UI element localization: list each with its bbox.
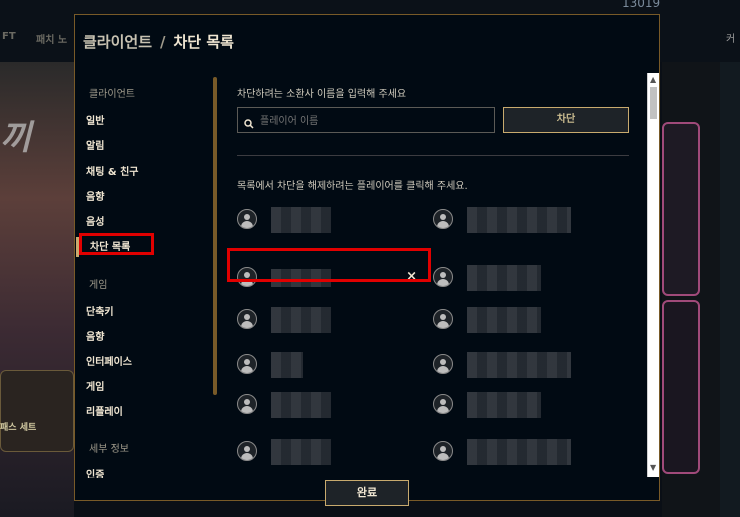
sidebar-item-game-sound[interactable]: 음향 bbox=[86, 328, 104, 343]
player-name-redacted bbox=[467, 265, 541, 291]
content-divider bbox=[237, 155, 629, 156]
sidebar-item-interface[interactable]: 인터페이스 bbox=[86, 353, 132, 368]
player-name-redacted bbox=[467, 207, 571, 233]
player-avatar-icon bbox=[433, 267, 453, 287]
block-input-label: 차단하려는 소환사 이름을 입력해 주세요 bbox=[237, 89, 407, 100]
player-name-redacted bbox=[467, 352, 571, 378]
player-avatar-icon bbox=[237, 309, 257, 329]
search-icon bbox=[244, 114, 254, 133]
sidebar-header-game: 게임 bbox=[89, 280, 108, 291]
unblock-instruction-label: 목록에서 차단을 해제하려는 플레이어를 클릭해 주세요. bbox=[237, 181, 468, 192]
player-avatar-icon bbox=[433, 309, 453, 329]
sidebar-item-general[interactable]: 일반 bbox=[86, 112, 104, 127]
player-name-redacted bbox=[271, 352, 303, 378]
bg-right-label: 커 bbox=[726, 34, 736, 45]
player-name-redacted bbox=[467, 439, 571, 465]
title-section: 클라이언트 bbox=[83, 33, 153, 51]
blocked-player-item[interactable] bbox=[237, 352, 427, 378]
blocked-player-item[interactable] bbox=[433, 207, 633, 233]
highlight-box-sidebar bbox=[79, 233, 154, 255]
player-search-box[interactable] bbox=[237, 107, 495, 133]
blocked-player-item[interactable] bbox=[433, 392, 633, 418]
block-button[interactable]: 차단 bbox=[503, 107, 629, 133]
player-name-redacted bbox=[271, 392, 331, 418]
player-name-redacted bbox=[271, 207, 331, 233]
bg-left-card bbox=[0, 370, 74, 452]
bg-nav-item-tft: FT bbox=[2, 31, 16, 42]
bg-right-card bbox=[662, 300, 700, 474]
scrollbar-thumb[interactable] bbox=[650, 87, 657, 119]
player-avatar-icon bbox=[433, 394, 453, 414]
bg-right-card bbox=[662, 122, 700, 296]
player-name-redacted bbox=[271, 439, 331, 465]
done-button[interactable]: 완료 bbox=[325, 480, 409, 506]
sidebar-item-game[interactable]: 게임 bbox=[86, 378, 104, 393]
blocked-player-item[interactable] bbox=[237, 439, 427, 465]
settings-sidebar: 클라이언트 일반 알림 채팅 & 친구 음향 음성 차단 목록 게임 단축키 음… bbox=[75, 77, 215, 478]
player-avatar-icon bbox=[433, 354, 453, 374]
player-name-redacted bbox=[467, 392, 541, 418]
sidebar-item-hotkeys[interactable]: 단축키 bbox=[86, 303, 114, 318]
player-avatar-icon bbox=[237, 209, 257, 229]
sidebar-item-notifications[interactable]: 알림 bbox=[86, 137, 104, 152]
player-avatar-icon bbox=[433, 209, 453, 229]
sidebar-item-chat-friends[interactable]: 채팅 & 친구 bbox=[86, 163, 138, 178]
content-scrollbar[interactable]: ▲ ▼ bbox=[647, 73, 659, 477]
bg-right-strip bbox=[720, 62, 740, 517]
blocked-player-item[interactable] bbox=[237, 392, 427, 418]
bg-left-card-text: 패스 세트 bbox=[0, 423, 37, 433]
sidebar-item-replay[interactable]: 리플레이 bbox=[86, 403, 123, 418]
blocked-player-item[interactable] bbox=[433, 307, 633, 333]
title-separator: / bbox=[160, 33, 166, 51]
sidebar-header-client: 클라이언트 bbox=[89, 89, 135, 100]
player-name-redacted bbox=[467, 307, 541, 333]
player-name-redacted bbox=[271, 307, 331, 333]
player-avatar-icon bbox=[237, 394, 257, 414]
modal-title: 클라이언트 / 차단 목록 bbox=[83, 31, 234, 52]
sidebar-item-voice[interactable]: 음성 bbox=[86, 213, 104, 228]
player-avatar-icon bbox=[433, 441, 453, 461]
player-avatar-icon bbox=[237, 354, 257, 374]
blocked-player-item[interactable] bbox=[237, 307, 427, 333]
blocked-player-item[interactable] bbox=[237, 207, 427, 233]
bg-nav-item-patch-notes: 패치 노 bbox=[36, 35, 68, 46]
highlight-box-player bbox=[227, 248, 431, 282]
sidebar-scrollbar[interactable] bbox=[213, 77, 217, 395]
title-page: 차단 목록 bbox=[173, 33, 234, 51]
player-name-input[interactable] bbox=[258, 112, 490, 130]
settings-modal: 클라이언트 / 차단 목록 클라이언트 일반 알림 채팅 & 친구 음향 음성 차단… bbox=[74, 14, 660, 506]
player-avatar-icon bbox=[237, 441, 257, 461]
blocked-player-item[interactable] bbox=[433, 352, 633, 378]
sidebar-item-verification[interactable]: 인증 bbox=[86, 466, 104, 478]
bg-currency-count: 13019 bbox=[622, 0, 661, 10]
sidebar-header-details: 세부 정보 bbox=[89, 444, 129, 455]
sidebar-item-sound[interactable]: 음향 bbox=[86, 188, 104, 203]
bg-left-banner-text: 끼 bbox=[0, 118, 32, 158]
scroll-up-icon[interactable]: ▲ bbox=[650, 75, 656, 84]
scroll-down-icon[interactable]: ▼ bbox=[650, 463, 656, 472]
blocked-player-item[interactable] bbox=[433, 265, 633, 291]
blocked-player-item[interactable] bbox=[433, 439, 633, 465]
